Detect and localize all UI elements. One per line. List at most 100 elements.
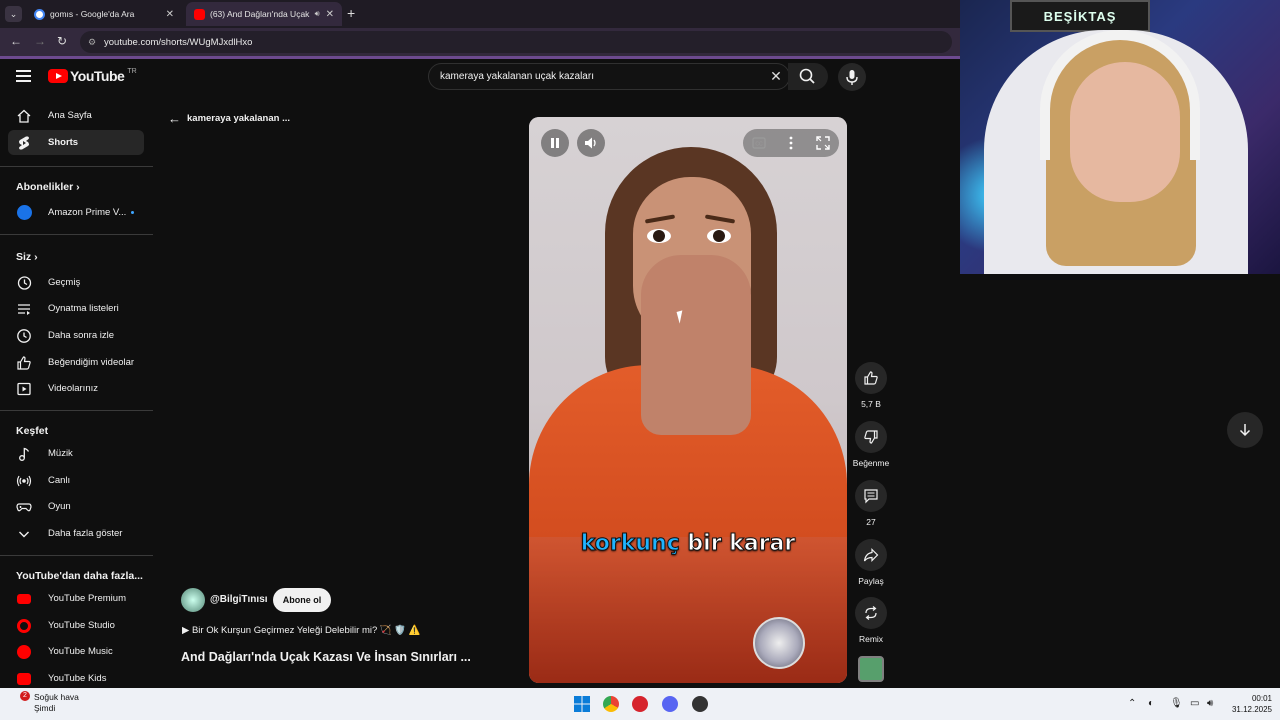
sidebar-item-liked-videos[interactable]: Beğendiğim videolar	[8, 350, 144, 375]
channel-avatar[interactable]	[181, 588, 205, 612]
sound-thumbnail[interactable]	[858, 656, 884, 682]
sidebar-item-playlists[interactable]: Oynatma listeleri	[8, 296, 144, 321]
reload-icon[interactable]: ↻	[57, 34, 67, 48]
remix-action[interactable]: Remix	[855, 597, 887, 644]
comment-icon	[864, 489, 878, 504]
sidebar-item-youtube-music[interactable]: YouTube Music	[8, 639, 144, 664]
chevron-down-icon	[16, 526, 32, 542]
voice-search-button[interactable]	[838, 63, 866, 91]
sidebar-item-label: Canlı	[48, 475, 71, 486]
taskbar-app-icon[interactable]	[692, 696, 708, 712]
tab-search-button[interactable]: ⌄	[5, 6, 22, 22]
network-icon[interactable]: ▭	[1190, 698, 1199, 709]
share-label: Paylaş	[858, 576, 884, 586]
search-button[interactable]	[788, 63, 828, 90]
clear-icon[interactable]: ✕	[763, 68, 789, 85]
sidebar-item-youtube-studio[interactable]: YouTube Studio	[8, 613, 144, 638]
new-tab-button[interactable]: +	[347, 5, 355, 21]
sidebar-item-label: Shorts	[48, 137, 79, 148]
shorts-title[interactable]: And Dağları'nda Uçak Kazası Ve İnsan Sın…	[181, 650, 471, 664]
chevron-right-icon: ›	[34, 251, 38, 263]
next-short-button[interactable]	[1227, 412, 1263, 448]
more-options-button[interactable]	[777, 129, 805, 157]
like-button[interactable]	[855, 362, 887, 394]
comments-button[interactable]	[855, 480, 887, 512]
sidebar-item-gaming[interactable]: Oyun	[8, 494, 144, 519]
dislike-action[interactable]: Beğenme	[853, 421, 889, 468]
country-code: TR	[127, 67, 137, 75]
close-tab-icon[interactable]: ✕	[166, 9, 174, 20]
svg-text:CC: CC	[755, 142, 763, 148]
subscribe-button[interactable]: Abone ol	[273, 588, 331, 612]
subscriptions-heading[interactable]: Abonelikler ›	[16, 181, 80, 193]
youtube-music-icon	[16, 644, 32, 660]
sidebar-item-shorts[interactable]: Shorts	[8, 130, 144, 155]
live-icon	[16, 473, 32, 489]
channel-handle[interactable]: @BilgiTınısı	[210, 594, 268, 605]
sidebar-item-label: Daha fazla göster	[48, 528, 123, 539]
back-icon[interactable]: ←	[10, 34, 22, 48]
browser-tab-bar: ⌄ gomıs - Google'da Ara ✕ (63) And Dağla…	[0, 0, 960, 28]
clock-time: 00:01	[1251, 694, 1272, 703]
windows-start-icon[interactable]	[574, 696, 590, 712]
video-frame	[707, 229, 731, 243]
video-frame	[529, 537, 847, 683]
sidebar-item-label: Geçmiş	[48, 277, 81, 288]
sidebar-item-youtube-premium[interactable]: YouTube Premium	[8, 586, 144, 611]
tray-app-icon[interactable]: ◐	[1148, 698, 1154, 709]
sidebar-item-history[interactable]: Geçmiş	[8, 270, 144, 295]
address-bar[interactable]: ⚙ youtube.com/shorts/WUgMJxdlHxo	[80, 31, 952, 53]
sidebar-item-music[interactable]: Müzik	[8, 441, 144, 466]
forward-icon[interactable]: →	[34, 34, 46, 48]
sidebar-divider	[0, 555, 153, 556]
shorts-video-player[interactable]: korkunç bir karar CC	[529, 117, 847, 683]
sidebar-item-label: Videolarınız	[48, 383, 98, 394]
sidebar-item-live[interactable]: Canlı	[8, 468, 144, 493]
share-action[interactable]: Paylaş	[855, 539, 887, 586]
more-vert-icon	[789, 136, 793, 150]
sidebar-item-label: Oyun	[48, 501, 71, 512]
system-clock[interactable]: 00:01 31.12.2025	[1226, 693, 1272, 715]
speaker-icon[interactable]: 🔊︎	[315, 9, 320, 19]
sidebar-item-watch-later[interactable]: Daha sonra izle	[8, 323, 144, 348]
browser-tab-google[interactable]: gomıs - Google'da Ara ✕	[26, 2, 182, 26]
pause-button[interactable]	[541, 129, 569, 157]
linked-video[interactable]: ▶ Bir Ok Kurşun Geçirmez Yeleği Delebili…	[182, 625, 421, 636]
weather-badge: 2	[20, 691, 30, 701]
caption-word: korkunç	[580, 531, 680, 557]
site-info-icon[interactable]: ⚙	[86, 36, 98, 48]
search-box[interactable]: kameraya yakalanan uçak kazaları ✕	[428, 63, 790, 90]
fullscreen-button[interactable]	[809, 129, 837, 157]
search-input[interactable]: kameraya yakalanan uçak kazaları	[440, 71, 763, 82]
back-to-search[interactable]: ← kameraya yakalanan ...	[168, 111, 290, 126]
volume-icon[interactable]: 🔊︎	[1207, 698, 1213, 709]
video-frame	[647, 229, 671, 243]
share-button[interactable]	[855, 539, 887, 571]
browser-tab-youtube[interactable]: (63) And Dağları'nda Uçak Kazası 🔊︎ ✕	[186, 2, 342, 26]
taskbar-app-icon[interactable]	[632, 696, 648, 712]
you-heading[interactable]: Siz ›	[16, 251, 38, 263]
dislike-button[interactable]	[855, 421, 887, 453]
comments-action[interactable]: 27	[855, 480, 887, 527]
sidebar-item-home[interactable]: Ana Sayfa	[8, 103, 144, 128]
captions-button[interactable]: CC	[745, 129, 773, 157]
youtube-logo[interactable]: YouTube TR	[48, 68, 137, 84]
close-tab-icon[interactable]: ✕	[326, 9, 334, 20]
chrome-icon[interactable]	[603, 696, 619, 712]
mic-icon[interactable]: 🎙︎	[1170, 698, 1183, 709]
sidebar-item-label: YouTube Kids	[48, 673, 107, 684]
search-icon	[799, 68, 815, 84]
sidebar-item-show-more[interactable]: Daha fazla göster	[8, 521, 144, 546]
weather-widget[interactable]: 2 Soğuk hava Şimdi	[14, 691, 79, 714]
volume-button[interactable]	[577, 129, 605, 157]
dislike-label: Beğenme	[852, 458, 890, 468]
remix-button[interactable]	[855, 597, 887, 629]
like-action[interactable]: 5,7 B	[855, 362, 887, 409]
chevron-up-icon[interactable]: ⌃	[1128, 698, 1136, 709]
remix-label: Remix	[858, 634, 884, 644]
sidebar-item-your-videos[interactable]: Videolarınız	[8, 376, 144, 401]
menu-icon[interactable]	[16, 70, 31, 82]
sidebar-item-subscription[interactable]: Amazon Prime V...	[8, 200, 144, 225]
discord-icon[interactable]	[662, 696, 678, 712]
sidebar-item-label: YouTube Premium	[48, 593, 126, 604]
